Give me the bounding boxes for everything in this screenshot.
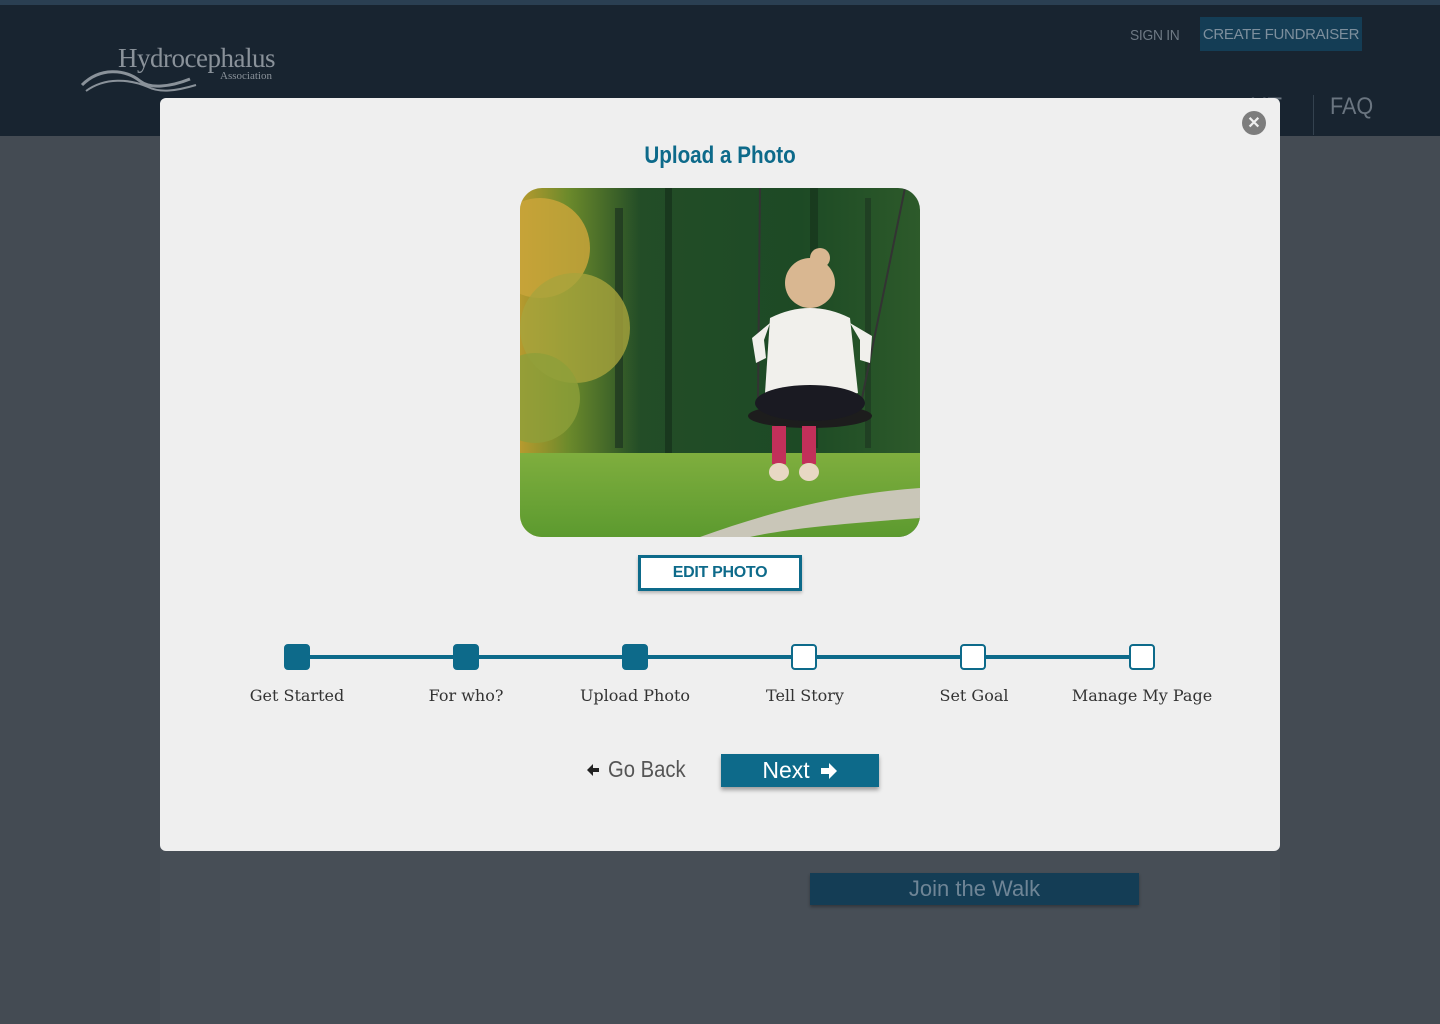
- step-marker-tell-story[interactable]: [791, 644, 817, 670]
- step-label-upload-photo: Upload Photo: [579, 686, 691, 705]
- next-button[interactable]: Next: [721, 754, 879, 787]
- progress-track: [297, 655, 1143, 659]
- go-back-label: Go Back: [608, 756, 686, 782]
- upload-photo-modal: ✕ Upload a Photo EDIT PHOTO Get Started …: [160, 98, 1280, 851]
- step-label-manage-my-page: Manage My Page: [1071, 686, 1213, 705]
- logo[interactable]: Hydrocephalus Association: [80, 43, 290, 103]
- step-marker-get-started[interactable]: [284, 644, 310, 670]
- step-label-tell-story: Tell Story: [766, 686, 844, 705]
- step-marker-upload-photo[interactable]: [622, 644, 648, 670]
- sign-in-link[interactable]: SIGN IN: [1130, 27, 1180, 44]
- close-icon[interactable]: ✕: [1242, 111, 1266, 135]
- step-label-get-started: Get Started: [249, 686, 345, 705]
- logo-subtext: Association: [220, 70, 272, 82]
- uploaded-photo: [520, 188, 920, 537]
- arrow-right-icon: [820, 762, 837, 779]
- join-walk-button[interactable]: Join the Walk: [810, 873, 1139, 905]
- nav-item-faq[interactable]: FAQ: [1330, 93, 1373, 121]
- modal-title: Upload a Photo: [644, 142, 796, 169]
- step-label-for-who: For who?: [428, 686, 504, 705]
- step-label-set-goal: Set Goal: [939, 686, 1009, 705]
- nav-divider: [1313, 95, 1314, 135]
- next-label: Next: [762, 757, 810, 783]
- step-marker-manage-my-page[interactable]: [1129, 644, 1155, 670]
- create-fundraiser-button[interactable]: CREATE FUNDRAISER: [1200, 17, 1362, 51]
- go-back-button[interactable]: Go Back: [586, 756, 696, 783]
- step-marker-set-goal[interactable]: [960, 644, 986, 670]
- arrow-left-icon: [587, 763, 599, 776]
- photo-image: [520, 188, 920, 537]
- step-marker-for-who[interactable]: [453, 644, 479, 670]
- edit-photo-button[interactable]: EDIT PHOTO: [638, 555, 802, 591]
